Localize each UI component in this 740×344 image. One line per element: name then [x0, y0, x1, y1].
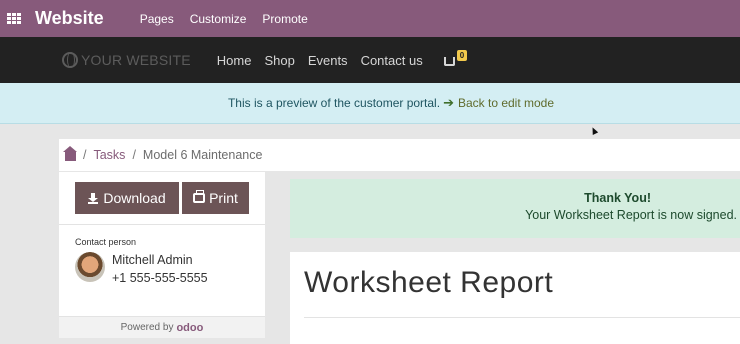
menu-item-contact-us[interactable]: Contact us [361, 53, 423, 68]
download-icon [88, 192, 99, 204]
worksheet-report-card: Worksheet Report [290, 252, 740, 344]
signed-success-alert: Thank You! Your Worksheet Report is now … [290, 179, 740, 238]
download-label: Download [103, 190, 166, 206]
cart-icon [443, 56, 455, 66]
menu-item-shop[interactable]: Shop [264, 53, 294, 68]
preview-message: This is a preview of the customer portal… [227, 96, 441, 110]
odoo-logo[interactable]: odoo [176, 322, 203, 334]
breadcrumb-tasks[interactable]: Tasks [93, 148, 125, 162]
download-button[interactable]: Download [75, 182, 179, 214]
powered-by-label: Powered by [120, 322, 174, 333]
contact-person-label: Contact person [75, 237, 137, 247]
top-nav: Pages Customize Promote [140, 12, 324, 26]
breadcrumb-separator: / [83, 148, 87, 162]
breadcrumb: / Tasks / Model 6 Maintenance [59, 139, 740, 171]
breadcrumb-current: Model 6 Maintenance [142, 148, 263, 162]
action-buttons: Download Print [59, 172, 265, 225]
back-to-edit-link[interactable]: ➔ Back to edit mode [440, 95, 554, 111]
top-bar: Website Pages Customize Promote [0, 0, 740, 37]
back-to-edit-label: Back to edit mode [457, 96, 555, 110]
print-button[interactable]: Print [182, 182, 249, 214]
site-logo[interactable]: YOUR WEBSITE [62, 52, 191, 68]
portal-preview-banner: This is a preview of the customer portal… [0, 83, 740, 124]
breadcrumb-separator: / [132, 148, 136, 162]
apps-grid-icon[interactable] [7, 12, 21, 25]
print-label: Print [209, 190, 238, 206]
home-icon[interactable] [63, 145, 77, 161]
page-title: Worksheet Report [304, 266, 554, 299]
top-nav-customize[interactable]: Customize [190, 12, 247, 26]
contact-name: Mitchell Admin [112, 253, 193, 267]
top-nav-pages[interactable]: Pages [140, 12, 174, 26]
contact-info: Mitchell Admin +1 555-555-5555 [112, 251, 208, 287]
alert-title: Thank You! [584, 191, 651, 205]
powered-by-footer: Powered by odoo [59, 316, 265, 338]
arrow-right-icon: ➔ [443, 95, 454, 110]
app-title: Website [35, 8, 104, 28]
menu-item-home[interactable]: Home [217, 53, 252, 68]
menu-item-events[interactable]: Events [308, 53, 348, 68]
globe-icon [62, 52, 78, 68]
avatar [75, 252, 105, 282]
portal-sidebar: Download Print Contact person Mitchell A… [59, 172, 265, 338]
contact-phone: +1 555-555-5555 [112, 271, 208, 285]
top-nav-promote[interactable]: Promote [262, 12, 307, 26]
cart-count-badge: 0 [456, 49, 468, 61]
site-logo-text: YOUR WEBSITE [81, 52, 191, 68]
alert-message: Your Worksheet Report is now signed. [525, 208, 737, 222]
site-menu: Home Shop Events Contact us [217, 53, 436, 68]
website-navbar: YOUR WEBSITE Home Shop Events Contact us… [0, 37, 740, 83]
divider [304, 317, 740, 318]
cart-button[interactable]: 0 [443, 49, 468, 66]
contact-card: Mitchell Admin +1 555-555-5555 [75, 252, 265, 287]
mouse-cursor-icon [589, 126, 599, 135]
print-icon [193, 190, 206, 203]
